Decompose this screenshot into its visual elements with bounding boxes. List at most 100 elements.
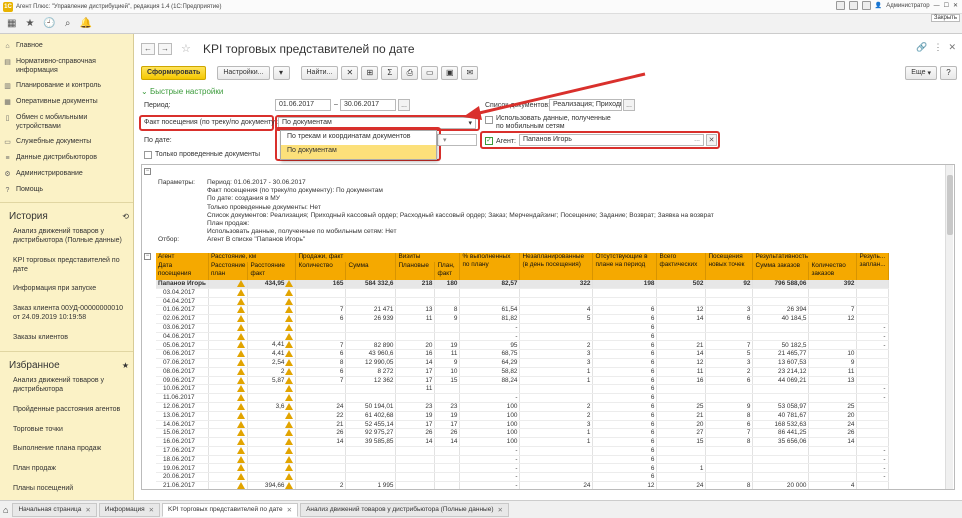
sidebar-item[interactable]: ⌂ Главное — [0, 40, 133, 53]
report-scrollbar[interactable] — [945, 165, 953, 489]
history-icon[interactable]: 🕘 — [43, 18, 55, 29]
generate-button[interactable]: Сформировать — [141, 65, 207, 80]
home-tab-icon[interactable]: ⌂ — [3, 505, 8, 515]
history-item[interactable]: Заказы клиентов — [0, 331, 133, 346]
sidebar-item[interactable]: ▯ Обмен с мобильными устройствами — [0, 112, 133, 134]
table-cell: 21 — [295, 420, 347, 430]
table-cell: 502 — [656, 280, 707, 289]
col-qty: Количество — [295, 262, 347, 280]
favorite-item[interactable]: Анализ движений товаров у дистрибьютора — [0, 374, 133, 398]
favorite-item[interactable]: Выполнение плана продаж — [0, 442, 133, 457]
dist-fact-value: 5,87 — [272, 376, 285, 384]
minimize-icon[interactable]: — — [934, 3, 940, 9]
sidebar-item[interactable]: ≡ Данные дистрибьюторов — [0, 152, 133, 165]
expand-groups-icon[interactable]: ⊞ — [361, 65, 379, 80]
table-cell: 6 — [295, 367, 347, 377]
tab-close-icon[interactable]: ✕ — [287, 506, 292, 514]
preview-icon[interactable]: ▭ — [421, 65, 439, 80]
sidebar-item[interactable]: ▥ Планирование и контроль — [0, 80, 133, 93]
sidebar-item[interactable]: ⚙ Администрирование — [0, 168, 133, 181]
sidebar-item[interactable]: ▦ Оперативные документы — [0, 96, 133, 109]
user-name[interactable]: Администратор — [886, 3, 929, 9]
history-item[interactable]: KPI торговых представителей по дате — [0, 254, 133, 278]
table-row: 13.06.2017 22 61 402,68 19 19 100 2 6 21 8 40 781,… — [156, 411, 889, 421]
agent-field[interactable]: Папанов Игорь ... — [519, 134, 704, 146]
tab-item[interactable]: KPI торговых представителей по дате ✕ — [162, 502, 299, 517]
dropdown-option-tracks[interactable]: По трекам и координатам документов — [281, 131, 436, 145]
back-button[interactable]: ← — [141, 42, 155, 55]
only-posted-checkbox[interactable] — [144, 151, 152, 159]
param-row: Список документов: Реализация; Приходный… — [158, 212, 714, 220]
clear-search-icon[interactable]: ✕ — [341, 65, 359, 80]
more-button[interactable]: Еще ▾ — [905, 65, 937, 80]
forward-button[interactable]: → — [158, 42, 172, 55]
search-icon[interactable]: ⌕ — [65, 18, 71, 29]
favorite-item[interactable]: Планы посещений — [0, 482, 133, 497]
favorite-item[interactable]: Пройденные расстояния агентов — [0, 403, 133, 418]
save-icon[interactable] — [835, 1, 845, 10]
history-icon[interactable]: ⟲ — [122, 212, 129, 221]
grid-menu-icon[interactable]: ▦ — [7, 18, 16, 29]
period-from-field[interactable]: 01.06.2017 — [275, 99, 331, 111]
more-icon[interactable]: ⋮ — [933, 42, 942, 53]
table-cell: 23 214,12 — [752, 367, 810, 377]
col-absent: Отсутствующие в плане на период — [592, 253, 658, 280]
variant-icon[interactable]: ▾ — [272, 65, 290, 80]
find-button[interactable]: Найти... — [300, 65, 339, 80]
form-close-icon[interactable]: ✕ — [948, 42, 956, 53]
table-cell: 82 890 — [345, 340, 397, 351]
tab-close-icon[interactable]: ✕ — [149, 506, 154, 514]
col-distance: Расстояние, км — [208, 253, 297, 262]
warning-icon — [237, 376, 246, 384]
collapse-params-icon[interactable]: − — [144, 168, 151, 175]
table-cell — [656, 288, 707, 298]
by-date-field[interactable]: ▾ — [437, 134, 477, 146]
table-cell: 88,24 — [459, 376, 521, 386]
table-cell: - — [856, 472, 889, 482]
bell-icon[interactable]: 🔔 — [79, 18, 91, 29]
user-icon[interactable]: 👤 — [875, 2, 882, 9]
print-icon[interactable]: ⎙ — [401, 65, 419, 80]
dropdown-option-documents[interactable]: По документам — [281, 145, 436, 159]
sidebar-item[interactable]: ? Помощь — [0, 184, 133, 197]
tab-item[interactable]: Информация ✕ — [98, 502, 161, 517]
sigma-icon[interactable]: Σ — [381, 65, 399, 80]
history-item[interactable]: Заказ клиента 00УД-00000000010 от 24.09.… — [0, 302, 133, 326]
warning-icon — [237, 394, 246, 402]
favorite-item[interactable]: План продаж — [0, 462, 133, 477]
period-select-button[interactable]: ... — [398, 99, 410, 111]
collapse-table-icon[interactable]: − — [144, 253, 151, 260]
warning-icon — [237, 446, 246, 454]
settings-button[interactable]: Настройки... — [217, 65, 270, 80]
table-cell: 2 — [295, 481, 347, 489]
close-icon[interactable]: ✕ — [953, 2, 958, 9]
history-item[interactable]: Информация при запуске — [0, 282, 133, 297]
agent-clear-button[interactable]: ✕ — [706, 134, 717, 146]
sidebar-item[interactable]: ▭ Служебные документы — [0, 136, 133, 149]
col-date: Дата посещения — [156, 262, 209, 280]
favorite-star-icon[interactable]: ☆ — [181, 42, 191, 55]
agent-checkbox[interactable]: ✓ — [485, 137, 493, 145]
star-icon[interactable]: ★ — [25, 18, 34, 29]
history-item[interactable]: Анализ движений товаров у дистрибьютора … — [0, 225, 133, 249]
tab-close-icon[interactable]: ✕ — [498, 506, 503, 514]
tab-close-icon[interactable]: ✕ — [85, 506, 90, 514]
calendar-icon[interactable] — [861, 1, 871, 10]
period-to-field[interactable]: 30.06.2017 — [340, 99, 396, 111]
agent-label: Агент: — [496, 138, 516, 145]
quick-settings-toggle[interactable]: ⌄ Быстрые настройки — [141, 87, 223, 96]
table-cell: 6 — [592, 314, 658, 324]
tab-item[interactable]: Начальная страница ✕ — [12, 502, 97, 517]
table-cell: 20 — [395, 340, 436, 351]
link-icon[interactable]: 🔗 — [916, 42, 927, 53]
sidebar-item[interactable]: ▤ Нормативно-справочная информация — [0, 56, 133, 78]
favorites-star-icon[interactable]: ★ — [122, 361, 129, 370]
help-icon[interactable]: ? — [940, 65, 957, 80]
dist-fact-value: 394,66 — [264, 482, 285, 490]
print-icon[interactable] — [848, 1, 858, 10]
table-cell — [705, 463, 754, 474]
maximize-icon[interactable]: ☐ — [944, 2, 949, 9]
favorite-item[interactable]: Торговые точки — [0, 423, 133, 438]
table-cell: 50 194,01 — [345, 402, 397, 412]
tab-item[interactable]: Анализ движений товаров у дистрибьютора … — [300, 502, 509, 517]
